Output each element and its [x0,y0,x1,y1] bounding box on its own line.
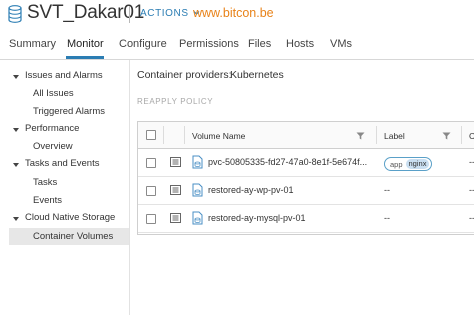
sidebar-item-tasks[interactable]: Tasks [33,177,57,188]
details-icon[interactable] [170,213,181,223]
cell-label: -- [384,185,390,195]
label-badge: app nginx [384,157,433,171]
column-header-label[interactable]: Label [384,131,405,141]
column-divider [163,126,164,144]
sidebar-section-performance[interactable]: Performance [25,123,79,134]
actions-label: ACTIONS [140,8,189,19]
datastore-icon [8,5,22,23]
volumes-table: Volume Name Label C pvc-50805335-fd27-47… [137,121,474,235]
actions-menu-button[interactable]: ACTIONS [140,8,200,19]
volume-name-link[interactable]: pvc-50805335-fd27-47a0-8e1f-5e674f... [208,157,367,167]
caret-down-icon[interactable] [13,163,19,167]
column-divider [461,126,462,144]
sidebar-section-cloud-native-storage[interactable]: Cloud Native Storage [25,212,115,223]
sidebar-item-all-issues[interactable]: All Issues [33,88,74,99]
cell-c: -- [469,185,474,195]
volume-name-link[interactable]: restored-ay-mysql-pv-01 [208,213,306,223]
row-checkbox[interactable] [146,186,156,196]
header-divider [129,6,130,23]
caret-down-icon[interactable] [13,128,19,132]
label-key: app [390,159,403,169]
page-title: SVT_Dakar01 [27,2,145,23]
container-providers-label: Container providers: [137,69,232,81]
details-icon[interactable] [170,185,181,195]
column-divider [376,126,377,144]
table-row[interactable]: restored-ay-wp-pv-01 -- -- [138,177,474,205]
cell-c: -- [469,157,474,167]
volume-icon [192,155,203,169]
volume-icon [192,211,203,225]
table-header: Volume Name Label C [138,122,474,149]
row-checkbox[interactable] [146,158,156,168]
sidebar-item-triggered-alarms[interactable]: Triggered Alarms [33,106,105,117]
sidebar-item-events[interactable]: Events [33,195,62,206]
table-row[interactable]: restored-ay-mysql-pv-01 -- -- [138,205,474,233]
cell-label: -- [384,213,390,223]
cell-c: -- [469,213,474,223]
table-row[interactable]: pvc-50805335-fd27-47a0-8e1f-5e674f... ap… [138,149,474,177]
tab-monitor[interactable]: Monitor [67,38,104,50]
volume-name-link[interactable]: restored-ay-wp-pv-01 [208,185,294,195]
volume-icon [192,183,203,197]
tab-hosts[interactable]: Hosts [286,38,314,50]
watermark: www.bitcon.be [193,6,274,20]
filter-icon[interactable] [442,132,451,140]
tab-summary[interactable]: Summary [9,38,56,50]
details-icon[interactable] [170,157,181,167]
sidebar-section-tasks-events[interactable]: Tasks and Events [25,158,99,169]
tab-configure[interactable]: Configure [119,38,167,50]
column-header-volume-name[interactable]: Volume Name [192,131,245,141]
caret-down-icon[interactable] [13,217,19,221]
label-value: nginx [405,159,430,169]
reapply-policy-button[interactable]: REAPPLY POLICY [137,97,213,106]
container-providers-value: Kubernetes [230,69,284,81]
sidebar-section-issues-alarms[interactable]: Issues and Alarms [25,70,103,81]
tab-vms[interactable]: VMs [330,38,352,50]
select-all-checkbox[interactable] [146,130,156,140]
sidebar-divider [129,60,130,315]
sidebar-item-container-volumes[interactable]: Container Volumes [33,231,113,242]
filter-icon[interactable] [356,132,365,140]
tab-files[interactable]: Files [248,38,271,50]
sidebar-item-overview[interactable]: Overview [33,141,73,152]
caret-down-icon[interactable] [13,75,19,79]
column-divider [184,126,185,144]
tab-permissions[interactable]: Permissions [179,38,239,50]
column-header-c[interactable]: C [469,131,474,141]
row-checkbox[interactable] [146,214,156,224]
